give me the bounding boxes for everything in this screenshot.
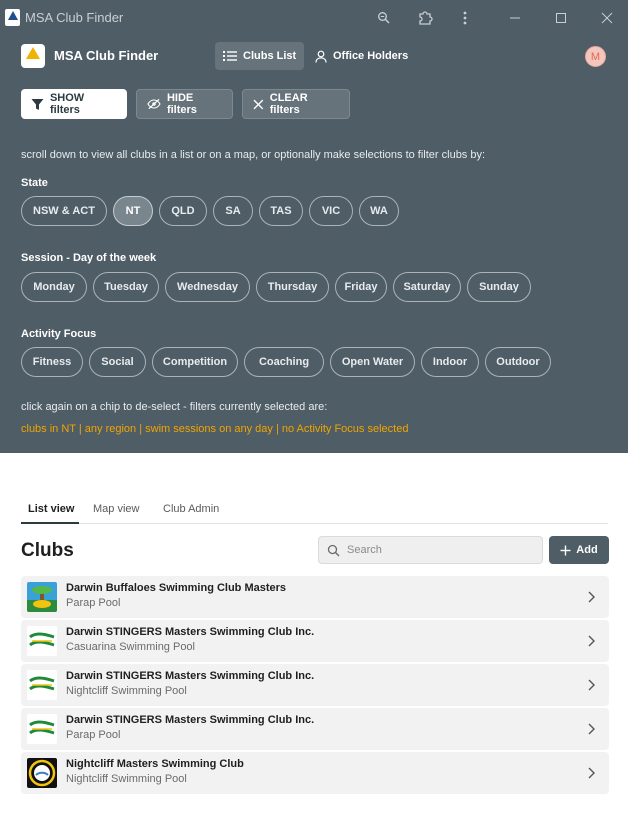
- chip-activity-indoor[interactable]: Indoor: [421, 347, 479, 377]
- tab-club-admin[interactable]: Club Admin: [163, 503, 219, 515]
- chevron-right-icon: [588, 679, 595, 691]
- chip-state-nsw-act[interactable]: NSW & ACT: [21, 196, 107, 226]
- extensions-icon[interactable]: [413, 6, 437, 30]
- filter-panel: MSA Club Finder Clubs List Office Holder…: [0, 36, 628, 453]
- add-club-button[interactable]: Add: [549, 536, 609, 564]
- club-name: Nightcliff Masters Swimming Club: [66, 758, 244, 770]
- nav-tab-label: Office Holders: [333, 50, 409, 62]
- club-venue: Nightcliff Swimming Pool: [66, 773, 187, 785]
- more-menu-icon[interactable]: [453, 6, 477, 30]
- add-label: Add: [576, 544, 598, 556]
- list-item[interactable]: Darwin Buffaloes Swimming Club Masters P…: [21, 576, 609, 618]
- stingers-logo: [27, 670, 57, 700]
- window-titlebar: MSA Club Finder: [0, 0, 628, 36]
- deselect-note: click again on a chip to de-select - fil…: [21, 401, 328, 413]
- active-tab-indicator: [21, 522, 79, 524]
- chip-state-wa[interactable]: WA: [359, 196, 399, 226]
- chevron-right-icon: [588, 591, 595, 603]
- club-venue: Nightcliff Swimming Pool: [66, 685, 187, 697]
- activity-section-label: Activity Focus: [21, 328, 97, 340]
- chip-state-vic[interactable]: VIC: [309, 196, 353, 226]
- tab-map-view[interactable]: Map view: [93, 503, 139, 515]
- chip-day-tuesday[interactable]: Tuesday: [93, 272, 159, 302]
- chip-activity-fitness[interactable]: Fitness: [21, 347, 83, 377]
- club-name: Darwin STINGERS Masters Swimming Club In…: [66, 714, 315, 726]
- selected-filters-summary: clubs in NT | any region | swim sessions…: [21, 423, 409, 435]
- state-chips: NSW & ACT NT QLD SA TAS VIC WA: [21, 196, 399, 226]
- chip-day-friday[interactable]: Friday: [335, 272, 387, 302]
- buffaloes-logo: [27, 582, 57, 612]
- window-title: MSA Club Finder: [25, 10, 124, 25]
- filter-icon: [31, 98, 44, 110]
- clear-icon: [253, 99, 264, 109]
- chip-activity-open-water[interactable]: Open Water: [330, 347, 415, 377]
- filter-instructions: scroll down to view all clubs in a list …: [21, 149, 486, 161]
- chip-state-tas[interactable]: TAS: [259, 196, 303, 226]
- person-icon: [315, 50, 327, 63]
- chip-activity-competition[interactable]: Competition: [152, 347, 238, 377]
- list-item[interactable]: Nightcliff Masters Swimming Club Nightcl…: [21, 752, 609, 794]
- chip-day-wednesday[interactable]: Wednesday: [165, 272, 250, 302]
- list-item[interactable]: Darwin STINGERS Masters Swimming Club In…: [21, 708, 609, 750]
- club-name: Darwin Buffaloes Swimming Club Masters: [66, 582, 287, 594]
- app-logo-icon: [5, 9, 20, 26]
- chevron-right-icon: [588, 723, 595, 735]
- zoom-icon[interactable]: [372, 6, 396, 30]
- chip-activity-social[interactable]: Social: [89, 347, 146, 377]
- tab-list-view[interactable]: List view: [28, 503, 74, 515]
- club-venue: Parap Pool: [66, 597, 121, 609]
- club-venue: Casuarina Swimming Pool: [66, 641, 195, 653]
- nightcliff-logo: [27, 758, 57, 788]
- stingers-logo: [27, 714, 57, 744]
- search-icon: [327, 544, 340, 556]
- chevron-right-icon: [588, 767, 595, 779]
- eye-off-icon: [147, 98, 161, 110]
- minimize-icon[interactable]: [503, 6, 527, 30]
- show-filters-button[interactable]: SHOW filters: [21, 89, 127, 119]
- msa-logo: [21, 44, 45, 68]
- show-filters-label: SHOW filters: [49, 92, 85, 116]
- clubs-heading: Clubs: [21, 540, 74, 561]
- view-tabs: List view Map view Club Admin: [21, 496, 608, 524]
- clear-filters-button[interactable]: CLEAR filters: [242, 89, 350, 119]
- hide-filters-label: HIDE filters: [166, 92, 197, 116]
- state-section-label: State: [21, 177, 48, 189]
- avatar[interactable]: M: [585, 46, 606, 67]
- club-venue: Parap Pool: [66, 729, 121, 741]
- plus-icon: [560, 545, 571, 555]
- search-input[interactable]: [347, 544, 527, 556]
- nav-tab-office-holders[interactable]: Office Holders: [307, 42, 416, 70]
- chip-state-qld[interactable]: QLD: [159, 196, 207, 226]
- nav-tab-label: Clubs List: [243, 50, 297, 62]
- session-chips: Monday Tuesday Wednesday Thursday Friday…: [21, 272, 531, 302]
- nav-tab-clubs-list[interactable]: Clubs List: [215, 42, 305, 70]
- club-name: Darwin STINGERS Masters Swimming Club In…: [66, 626, 315, 638]
- clear-filters-label: CLEAR filters: [269, 92, 308, 116]
- list-item[interactable]: Darwin STINGERS Masters Swimming Club In…: [21, 664, 609, 706]
- app-title: MSA Club Finder: [54, 48, 159, 63]
- maximize-icon[interactable]: [549, 6, 573, 30]
- close-icon[interactable]: [595, 6, 619, 30]
- search-box: [318, 536, 543, 564]
- list-item[interactable]: Darwin STINGERS Masters Swimming Club In…: [21, 620, 609, 662]
- stingers-logo: [27, 626, 57, 656]
- chip-state-nt[interactable]: NT: [113, 196, 153, 226]
- chip-activity-outdoor[interactable]: Outdoor: [485, 347, 551, 377]
- chip-day-thursday[interactable]: Thursday: [256, 272, 329, 302]
- chip-day-sunday[interactable]: Sunday: [467, 272, 531, 302]
- hide-filters-button[interactable]: HIDE filters: [136, 89, 233, 119]
- activity-chips: Fitness Social Competition Coaching Open…: [21, 347, 551, 377]
- app-navbar: MSA Club Finder Clubs List Office Holder…: [0, 36, 628, 76]
- chip-activity-coaching[interactable]: Coaching: [244, 347, 324, 377]
- list-icon: [223, 51, 237, 61]
- club-list: Darwin Buffaloes Swimming Club Masters P…: [21, 576, 609, 796]
- club-name: Darwin STINGERS Masters Swimming Club In…: [66, 670, 315, 682]
- session-section-label: Session - Day of the week: [21, 252, 157, 264]
- chevron-right-icon: [588, 635, 595, 647]
- chip-day-saturday[interactable]: Saturday: [393, 272, 461, 302]
- chip-day-monday[interactable]: Monday: [21, 272, 87, 302]
- chip-state-sa[interactable]: SA: [213, 196, 253, 226]
